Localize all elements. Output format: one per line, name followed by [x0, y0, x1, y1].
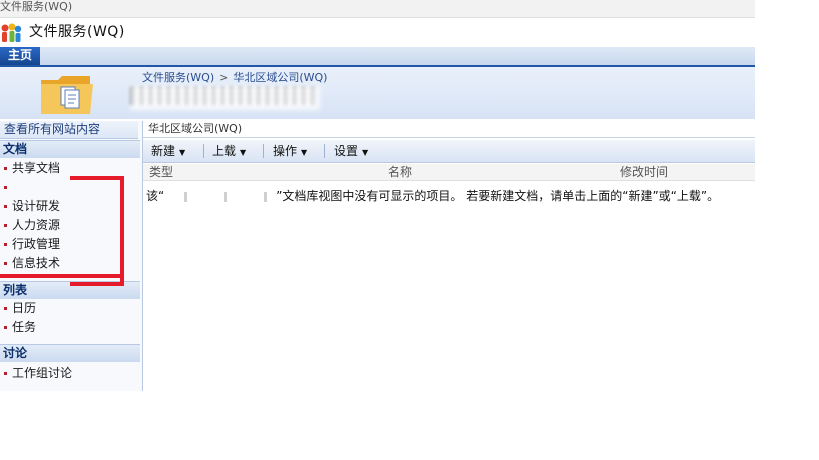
settings-menu-button[interactable]: 设置 ▼ — [334, 140, 368, 162]
empty-message-prefix: 该“ — [146, 189, 165, 203]
dropdown-arrow-icon: ▼ — [179, 148, 186, 157]
nav-item-tasks[interactable]: 任务 — [0, 318, 138, 337]
window-title-bar: 文件服务(WQ) — [0, 0, 755, 18]
site-title: 文件服务(WQ) — [29, 24, 125, 40]
settings-menu-label: 设置 — [334, 144, 359, 158]
bullet-icon — [4, 186, 7, 189]
new-menu-button[interactable]: 新建 ▼ — [151, 140, 185, 162]
dropdown-arrow-icon: ▼ — [301, 148, 308, 157]
breadcrumb-separator: > — [219, 71, 229, 84]
actions-menu-button[interactable]: 操作 ▼ — [273, 140, 307, 162]
toolbar-separator — [203, 144, 204, 158]
breadcrumb-root[interactable]: 文件服务(WQ) — [142, 71, 214, 84]
nav-item-label: 日历 — [12, 301, 37, 315]
bullet-icon — [4, 243, 7, 246]
page-title-redaction-overlay — [130, 86, 320, 110]
upload-menu-label: 上载 — [212, 144, 237, 158]
nav-header-discussions[interactable]: 讨论 — [0, 344, 140, 362]
window-title: 文件服务(WQ) — [0, 0, 73, 13]
nav-item-label: 工作组讨论 — [12, 366, 73, 380]
breadcrumb: 文件服务(WQ) > 华北区域公司(WQ) — [142, 71, 327, 85]
nav-item-label: 人力资源 — [12, 218, 61, 232]
column-name[interactable]: 名称 — [388, 165, 412, 179]
quick-launch: 查看所有网站内容 文档 共享文档 设计研发 人力资源 行政管理 信息技术 列表 … — [0, 121, 143, 391]
view-all-site-content-link[interactable]: 查看所有网站内容 — [0, 121, 138, 139]
nav-item-label: 行政管理 — [12, 237, 61, 251]
site-header: 文件服务(WQ) — [0, 20, 755, 46]
new-menu-label: 新建 — [151, 144, 176, 158]
empty-view-message: 该“ ”文档库视图中没有可显示的项目。 若要新建文档，请单击上面的“新建”或“上载… — [146, 187, 719, 204]
bullet-icon — [4, 372, 7, 375]
nav-item-label: 共享文档 — [12, 161, 61, 175]
column-header-row: 类型 名称 修改时间 — [143, 164, 755, 181]
library-toolbar: 新建 ▼ 上载 ▼ 操作 ▼ 设置 ▼ — [143, 140, 755, 163]
tab-home[interactable]: 主页 — [0, 47, 40, 65]
actions-menu-label: 操作 — [273, 144, 298, 158]
bullet-icon — [4, 167, 7, 170]
nav-item-team-discussion[interactable]: 工作组讨论 — [0, 364, 138, 383]
redacted-library-name — [164, 191, 277, 202]
toolbar-separator — [263, 144, 264, 158]
nav-header-documents[interactable]: 文档 — [0, 140, 140, 158]
nav-item-label: 任务 — [12, 320, 37, 334]
nav-item-human-resources[interactable]: 人力资源 — [0, 216, 138, 235]
bullet-icon — [4, 262, 7, 265]
dropdown-arrow-icon: ▼ — [362, 148, 369, 157]
column-type[interactable]: 类型 — [149, 165, 173, 179]
column-modified[interactable]: 修改时间 — [620, 165, 668, 179]
sharepoint-logo-icon — [1, 23, 22, 42]
nav-item-redacted[interactable] — [0, 178, 138, 197]
bullet-icon — [4, 224, 7, 227]
bullet-icon — [4, 307, 7, 310]
nav-item-design-rd[interactable]: 设计研发 — [0, 197, 138, 216]
empty-message-suffix: ”文档库视图中没有可显示的项目。 若要新建文档，请单击上面的“新建”或“上载”。 — [276, 189, 720, 203]
document-library-view: 华北区域公司(WQ) 新建 ▼ 上载 ▼ 操作 ▼ 设置 ▼ 类型 名称 修改时间 该“… — [143, 121, 755, 391]
toolbar-separator — [324, 144, 325, 158]
nav-item-calendar[interactable]: 日历 — [0, 299, 138, 318]
annotation-red-top-edge — [70, 176, 120, 180]
nav-item-information-technology[interactable]: 信息技术 — [0, 254, 138, 273]
breadcrumb-current[interactable]: 华北区域公司(WQ) — [233, 71, 327, 84]
top-nav-bar: 主页 — [0, 47, 755, 67]
bullet-icon — [4, 326, 7, 329]
nav-item-label: 设计研发 — [12, 199, 61, 213]
nav-header-lists[interactable]: 列表 — [0, 281, 140, 299]
document-library-folder-icon — [41, 76, 93, 114]
nav-item-administration[interactable]: 行政管理 — [0, 235, 138, 254]
dropdown-arrow-icon: ▼ — [240, 148, 247, 157]
library-title: 华北区域公司(WQ) — [143, 121, 755, 138]
upload-menu-button[interactable]: 上载 ▼ — [212, 140, 246, 162]
annotation-red-bottom-edge — [0, 274, 122, 278]
bullet-icon — [4, 205, 7, 208]
page-banner: 文件服务(WQ) > 华北区域公司(WQ) — [0, 67, 755, 119]
nav-item-label: 信息技术 — [12, 256, 61, 270]
